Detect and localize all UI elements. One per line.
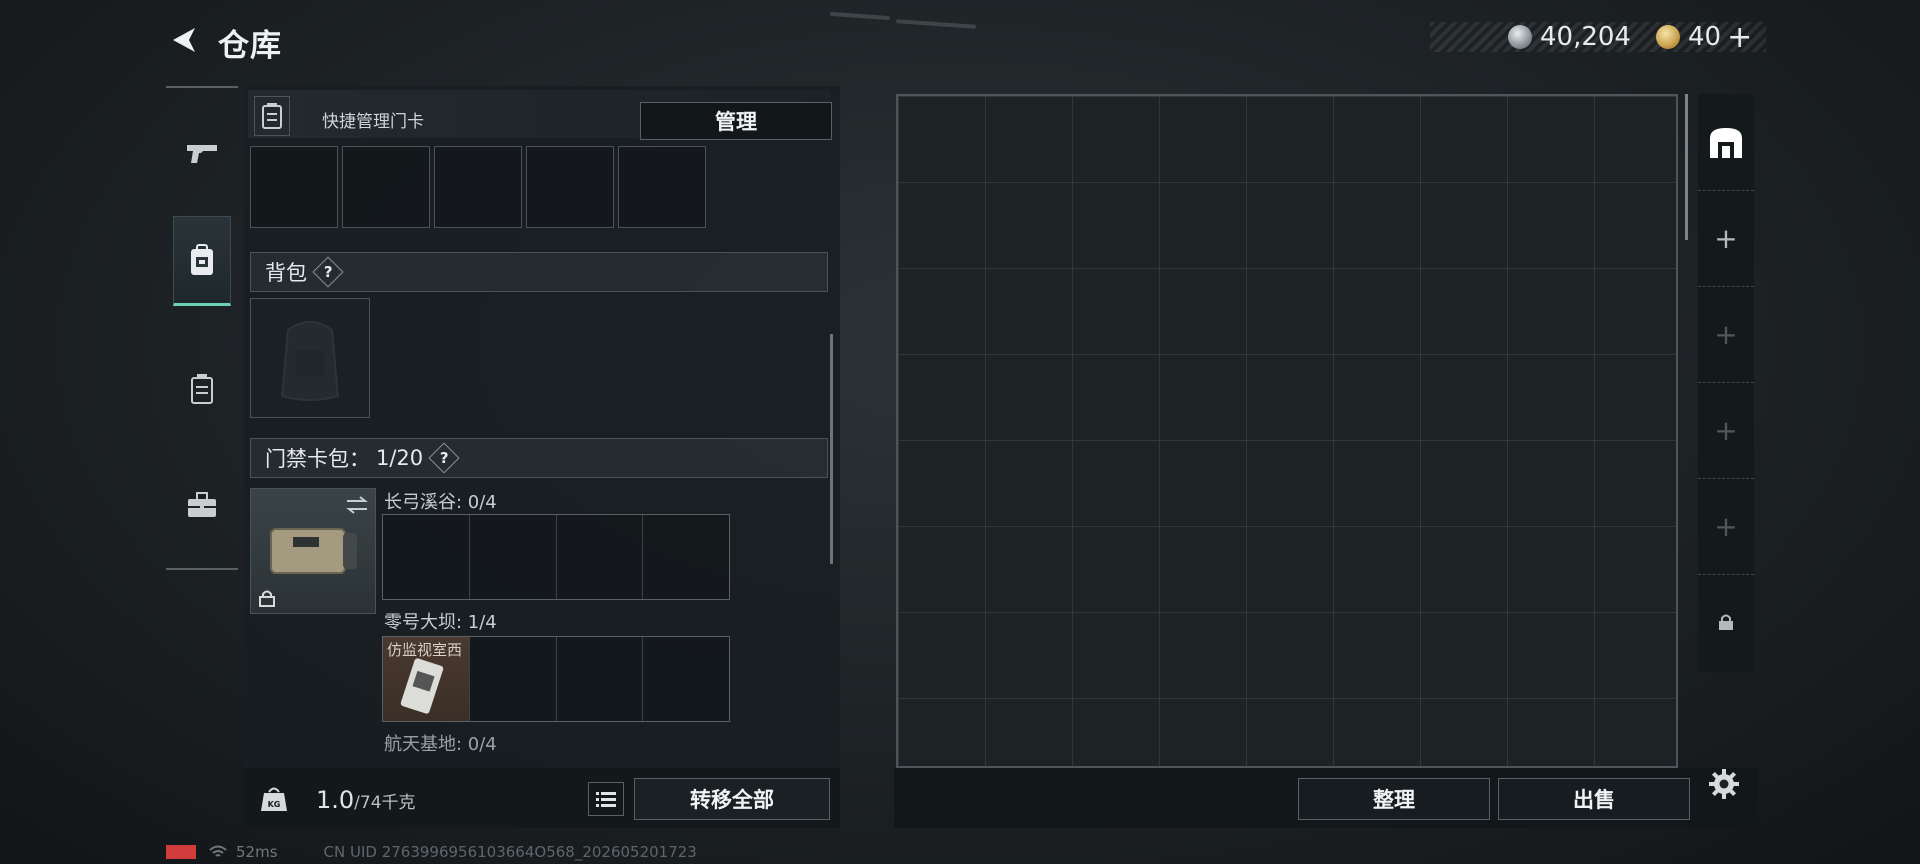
manage-button[interactable]: 管理 [640,102,832,140]
transfer-all-button[interactable]: 转移全部 [634,778,830,820]
uid-text: CN UID 2763996956103664O568_202605201723 [323,843,697,861]
toolbox-icon [188,492,216,517]
equipment-panel: 快捷管理门卡 管理 背包 ? 门禁卡包： 1/20 ? 长弓溪谷: 0/4 零号… [244,86,840,828]
equipment-scrollbar[interactable] [830,334,833,564]
silver-value: 40,204 [1540,22,1631,52]
locked-storage-tab[interactable] [1698,574,1754,669]
background-streak [895,19,977,29]
storage-tabs: + + + + [1698,94,1754,672]
storage-footer: 整理 出售 [894,768,1758,828]
sell-button[interactable]: 出售 [1498,778,1690,820]
nav-item-equipment[interactable] [173,216,231,306]
add-gold-button[interactable]: + [1727,20,1752,55]
keycard-slot[interactable] [556,637,644,721]
map-label-dam: 零号大坝: 1/4 [384,612,497,633]
lock-icon [259,590,275,607]
gear-icon [1709,769,1739,799]
keycard-slot[interactable] [643,515,729,599]
ping-value: 52ms [236,843,278,861]
add-storage-tab-button[interactable]: + [1698,190,1754,285]
back-button[interactable] [164,22,204,58]
backpack-silhouette-icon [280,321,340,401]
keycard-count: 1/20 [376,446,424,470]
gold-value: 40 [1688,22,1722,52]
svg-text:KG: KG [268,800,281,809]
status-bar: 52ms CN UID 2763996956103664O568_2026052… [166,842,697,862]
keycard-icon [400,658,444,714]
background-streak [829,11,891,21]
storage-scrollbar[interactable] [1685,94,1688,240]
quick-manage-label: 快捷管理门卡 [322,112,424,132]
keycard-quick-manage-bar: 快捷管理门卡 管理 [248,90,832,140]
add-storage-tab-button[interactable]: + [1698,478,1754,573]
keycard-holder-item[interactable] [250,488,376,614]
backpack-section-title: 背包 [265,261,307,285]
storage-tab-main[interactable] [1698,94,1754,189]
list-view-button[interactable] [588,782,624,816]
keycard-slot[interactable] [469,515,557,599]
keycard-slot[interactable] [469,637,557,721]
keycard-case-icon [270,528,357,574]
back-arrow-icon [173,28,195,52]
keycard-slot[interactable] [556,515,644,599]
weight-value: 1.0 [316,786,355,814]
card-holder-icon [254,96,290,136]
swap-icon [346,496,368,514]
gold-coin-icon [1656,25,1680,49]
keycard-grid-valley [382,514,730,600]
keycard-section-title: 门禁卡包： [265,447,370,471]
list-icon [596,792,616,807]
map-label-space-base: 航天基地: 0/4 [384,734,497,755]
keycard-section-header: 门禁卡包： 1/20 ? [250,438,828,478]
keycard-grid-dam: 仿监视室西 [382,636,730,722]
pistol-icon [187,145,217,163]
battery-icon [166,845,196,859]
backpack-icon [191,244,213,275]
nav-item-card-holder[interactable] [166,344,238,434]
add-storage-tab-button[interactable]: + [1698,382,1754,477]
nav-item-weapon[interactable] [166,108,238,198]
side-nav [166,86,238,570]
help-icon[interactable]: ? [428,442,460,474]
lock-icon [1719,614,1733,630]
help-icon[interactable]: ? [312,256,344,288]
backpack-section-header: 背包 ? [250,252,828,292]
add-storage-tab-button[interactable]: + [1698,286,1754,381]
map-label-valley: 长弓溪谷: 0/4 [384,492,497,513]
gold-currency: 40 + [1656,20,1752,55]
warehouse-icon [1710,127,1742,158]
keycard-slot[interactable] [383,515,470,599]
keycard-slot[interactable] [643,637,729,721]
keycard-slot-filled[interactable]: 仿监视室西 [383,637,470,721]
silver-coin-icon [1508,25,1532,49]
quick-slot[interactable] [526,146,614,228]
quick-slot[interactable] [342,146,430,228]
quick-slot[interactable] [434,146,522,228]
weight-readout: 1.0/74千克 [316,786,416,814]
page-title: 仓库 [218,28,282,64]
settings-button[interactable] [1704,764,1744,804]
weight-max: /74千克 [354,793,416,813]
silver-currency: 40,204 [1508,22,1631,52]
equipment-footer: KG 1.0/74千克 转移全部 [244,768,840,828]
backpack-slot[interactable] [250,298,370,418]
weight-icon: KG [254,778,294,818]
card-holder-icon [191,374,213,404]
quick-slot[interactable] [618,146,706,228]
quick-slot[interactable] [250,146,338,228]
nav-item-toolbox[interactable] [166,460,238,550]
organize-button[interactable]: 整理 [1298,778,1490,820]
wifi-icon [209,845,227,857]
storage-grid[interactable] [896,94,1678,768]
